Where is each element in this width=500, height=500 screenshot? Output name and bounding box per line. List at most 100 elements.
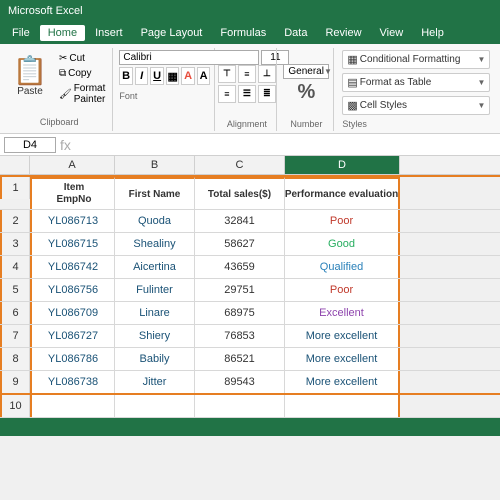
title-text: Microsoft Excel bbox=[8, 5, 83, 17]
cell-10-c[interactable] bbox=[195, 395, 285, 417]
menu-data[interactable]: Data bbox=[276, 25, 315, 41]
formula-divider: fx bbox=[60, 137, 71, 153]
cell-1-a[interactable]: Item EmpNo bbox=[30, 177, 115, 209]
menu-file[interactable]: File bbox=[4, 25, 38, 41]
cut-button[interactable]: ✂Cut bbox=[56, 52, 108, 65]
menu-insert[interactable]: Insert bbox=[87, 25, 131, 41]
cell-2-b[interactable]: Quoda bbox=[115, 210, 195, 232]
ribbon: 📋 Paste ✂Cut ⧉Copy 🖌Format Painter Clipb… bbox=[0, 44, 500, 134]
table-row: 4 YL086742 Aicertina 43659 Qualified bbox=[0, 256, 500, 279]
table-row: 6 YL086709 Linare 68975 Excellent bbox=[0, 302, 500, 325]
cell-4-b[interactable]: Aicertina bbox=[115, 256, 195, 278]
cell-6-a[interactable]: YL086709 bbox=[30, 302, 115, 324]
number-label: Number bbox=[290, 117, 322, 129]
row-num-4: 4 bbox=[0, 256, 30, 278]
cell-10-b[interactable] bbox=[115, 395, 195, 417]
format-painter-button[interactable]: 🖌Format Painter bbox=[56, 82, 108, 106]
col-header-d[interactable]: D bbox=[285, 156, 400, 174]
cell-1-d[interactable]: Performance evaluation bbox=[285, 177, 400, 209]
align-middle-button[interactable]: ≡ bbox=[238, 65, 256, 83]
number-format-arrow: ▼ bbox=[324, 67, 332, 76]
table-row: 2 YL086713 Quoda 32841 Poor bbox=[0, 210, 500, 233]
cell-9-a[interactable]: YL086738 bbox=[30, 371, 115, 393]
row-num-3: 3 bbox=[0, 233, 30, 255]
cell-1-c[interactable]: Total sales($) bbox=[195, 177, 285, 209]
align-right-button[interactable]: ≣ bbox=[258, 85, 276, 103]
paintbrush-icon: 🖌 bbox=[59, 89, 72, 100]
cell-5-b[interactable]: Fulinter bbox=[115, 279, 195, 301]
cell-7-c[interactable]: 76853 bbox=[195, 325, 285, 347]
cell-2-c[interactable]: 32841 bbox=[195, 210, 285, 232]
cell-7-d[interactable]: More excellent bbox=[285, 325, 400, 347]
cell-9-b[interactable]: Jitter bbox=[115, 371, 195, 393]
cell-3-d[interactable]: Good bbox=[285, 233, 400, 255]
align-bottom-button[interactable]: ⊥ bbox=[258, 65, 276, 83]
underline-button[interactable]: U bbox=[150, 67, 164, 85]
col-header-b[interactable]: B bbox=[115, 156, 195, 174]
cell-5-d[interactable]: Poor bbox=[285, 279, 400, 301]
cell-2-d[interactable]: Poor bbox=[285, 210, 400, 232]
cell-styles-label: Cell Styles bbox=[360, 100, 407, 111]
align-left-button[interactable]: ≡ bbox=[218, 85, 236, 103]
italic-button[interactable]: I bbox=[135, 67, 149, 85]
cell-4-c[interactable]: 43659 bbox=[195, 256, 285, 278]
table-row: 5 YL086756 Fulinter 29751 Poor bbox=[0, 279, 500, 302]
format-as-table-button[interactable]: ▤ Format as Table ▼ bbox=[342, 73, 490, 92]
cell-7-a[interactable]: YL086727 bbox=[30, 325, 115, 347]
conditional-formatting-button[interactable]: ▦ Conditional Formatting ▼ bbox=[342, 50, 490, 69]
cell-3-b[interactable]: Shealiny bbox=[115, 233, 195, 255]
cell-9-c[interactable]: 89543 bbox=[195, 371, 285, 393]
cell-4-d[interactable]: Qualified bbox=[285, 256, 400, 278]
name-box[interactable]: D4 bbox=[4, 137, 56, 153]
format-as-table-icon: ▤ bbox=[347, 76, 357, 89]
cell-9-d[interactable]: More excellent bbox=[285, 371, 400, 393]
cell-6-b[interactable]: Linare bbox=[115, 302, 195, 324]
border-button[interactable]: ▦ bbox=[166, 67, 180, 85]
bold-button[interactable]: B bbox=[119, 67, 133, 85]
cell-6-c[interactable]: 68975 bbox=[195, 302, 285, 324]
table-row: 7 YL086727 Shiery 76853 More excellent bbox=[0, 325, 500, 348]
menu-view[interactable]: View bbox=[372, 25, 412, 41]
cell-10-d[interactable] bbox=[285, 395, 400, 417]
menu-home[interactable]: Home bbox=[40, 25, 85, 41]
row-num-1: 1 bbox=[0, 177, 30, 199]
cell-8-b[interactable]: Babily bbox=[115, 348, 195, 370]
col-header-c[interactable]: C bbox=[195, 156, 285, 174]
number-format-text: General bbox=[288, 66, 324, 77]
cell-1-b[interactable]: First Name bbox=[115, 177, 195, 209]
table-row: 8 YL086786 Babily 86521 More excellent bbox=[0, 348, 500, 371]
column-headers: A B C D bbox=[0, 156, 500, 175]
cell-10-a[interactable] bbox=[30, 395, 115, 417]
cell-3-c[interactable]: 58627 bbox=[195, 233, 285, 255]
cell-2-a[interactable]: YL086713 bbox=[30, 210, 115, 232]
spreadsheet-grid: 1 Item EmpNo First Name Total sales($) P… bbox=[0, 175, 500, 418]
fill-color-button[interactable]: A bbox=[181, 67, 195, 85]
cell-4-a[interactable]: YL086742 bbox=[30, 256, 115, 278]
align-center-button[interactable]: ☰ bbox=[238, 85, 256, 103]
format-as-table-label: Format as Table bbox=[360, 77, 432, 88]
menu-help[interactable]: Help bbox=[413, 25, 452, 41]
cell-8-a[interactable]: YL086786 bbox=[30, 348, 115, 370]
menu-page-layout[interactable]: Page Layout bbox=[133, 25, 211, 41]
row-num-6: 6 bbox=[0, 302, 30, 324]
cell-6-d[interactable]: Excellent bbox=[285, 302, 400, 324]
cell-5-c[interactable]: 29751 bbox=[195, 279, 285, 301]
format-as-table-arrow: ▼ bbox=[477, 78, 485, 87]
cell-3-a[interactable]: YL086715 bbox=[30, 233, 115, 255]
col-header-a[interactable]: A bbox=[30, 156, 115, 174]
menu-review[interactable]: Review bbox=[317, 25, 369, 41]
alignment-group: ⊤ ≡ ⊥ ≡ ☰ ≣ Alignment bbox=[217, 48, 277, 131]
menu-formulas[interactable]: Formulas bbox=[212, 25, 274, 41]
copy-button[interactable]: ⧉Copy bbox=[56, 67, 108, 80]
align-top-button[interactable]: ⊤ bbox=[218, 65, 236, 83]
font-color-button[interactable]: A bbox=[197, 67, 211, 85]
formula-bar: D4 fx bbox=[0, 134, 500, 156]
cell-7-b[interactable]: Shiery bbox=[115, 325, 195, 347]
cell-5-a[interactable]: YL086756 bbox=[30, 279, 115, 301]
formula-input[interactable] bbox=[75, 138, 496, 152]
cell-styles-button[interactable]: ▩ Cell Styles ▼ bbox=[342, 96, 490, 115]
paste-button[interactable]: 📋 Paste bbox=[10, 52, 50, 99]
row-num-7: 7 bbox=[0, 325, 30, 347]
cell-8-c[interactable]: 86521 bbox=[195, 348, 285, 370]
cell-8-d[interactable]: More excellent bbox=[285, 348, 400, 370]
